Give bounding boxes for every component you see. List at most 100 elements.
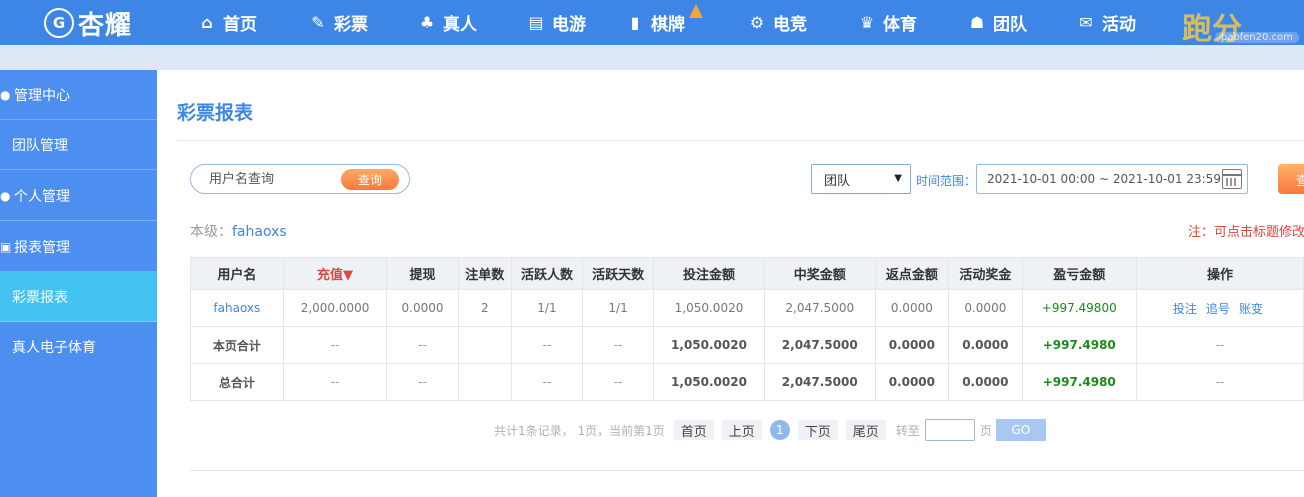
sidebar-item-report-management[interactable]: ▣ 报表管理 [0, 222, 157, 272]
col-username[interactable]: 用户名 [190, 257, 284, 290]
nav-live-label: 真人 [443, 15, 477, 35]
nav-sports[interactable]: ♛ 体育 [856, 0, 917, 45]
cell-actions: -- [1135, 326, 1304, 364]
sidebar-item-lottery-report[interactable]: 彩票报表 [0, 272, 157, 322]
report-icon: ▣ [0, 239, 12, 254]
cell-withdraw: 0.0000 [386, 289, 459, 327]
table-row: fahaoxs 2,000.0000 0.0000 2 1/1 1/1 1,05… [190, 289, 1304, 327]
hot-badge-icon [689, 4, 703, 18]
sidebar-item-team-management[interactable]: 团队管理 [0, 120, 157, 170]
query-button[interactable]: 查 [1278, 164, 1304, 194]
col-bet-amount[interactable]: 投注金额 [653, 257, 765, 290]
nav-live[interactable]: ♣ 真人 [416, 0, 477, 45]
sidebar-item-label: 报表管理 [14, 239, 70, 256]
cell-recharge: -- [282, 326, 388, 364]
cell-profit-loss: +997.49800 [1021, 289, 1137, 327]
sidebar-item-label: 真人电子体育 [12, 340, 96, 356]
sidebar-item-label: 彩票报表 [12, 289, 68, 306]
cell-active-days: -- [582, 363, 655, 401]
nav-promo[interactable]: ✉ 活动 [1075, 0, 1136, 45]
user-icon: ● [0, 87, 11, 102]
cell-recharge: -- [282, 363, 388, 401]
divider [190, 470, 1304, 471]
lottery-icon: ✎ [311, 13, 325, 32]
report-table: 用户名 充值▼ 提现 注单数 活跃人数 活跃天数 投注金额 中奖金额 返点金额 … [190, 257, 1304, 401]
chase-records-link[interactable]: 追号 [1206, 302, 1230, 316]
col-active-users[interactable]: 活跃人数 [510, 257, 584, 290]
nav-cards[interactable]: ▮ 棋牌 [624, 0, 703, 45]
nav-cards-label: 棋牌 [651, 15, 685, 35]
cell-recharge: 2,000.0000 [282, 289, 388, 327]
brand-logo[interactable]: G 杏耀 [44, 6, 132, 41]
username-search-input[interactable] [209, 170, 339, 188]
home-icon: ⌂ [201, 13, 213, 32]
go-button[interactable]: GO [995, 419, 1046, 441]
col-profit-loss[interactable]: 盈亏金额 [1021, 257, 1137, 290]
sidebar-item-personal-management[interactable]: ● 个人管理 [0, 171, 157, 221]
cell-profit-loss: +997.4980 [1021, 363, 1137, 401]
logo-badge-icon: G [44, 8, 74, 38]
cell-bet-count [457, 326, 512, 364]
sidebar-item-label: 团队管理 [12, 137, 68, 154]
col-active-days[interactable]: 活跃天数 [582, 257, 655, 290]
cell-label: 本页合计 [190, 326, 284, 364]
grand-total-row: 总合计 -- -- -- -- 1,050.0020 2,047.5000 0.… [190, 363, 1304, 401]
level-label: 本级： [190, 224, 232, 240]
team-icon: ☗ [969, 13, 985, 32]
col-bet-count[interactable]: 注单数 [457, 257, 512, 290]
trophy-icon: ♛ [859, 13, 875, 32]
col-win-amount[interactable]: 中奖金额 [763, 257, 876, 290]
cell-withdraw: -- [386, 326, 459, 364]
last-page-button[interactable]: 尾页 [845, 420, 886, 440]
account-changes-link[interactable]: 账变 [1239, 302, 1263, 316]
bet-records-link[interactable]: 投注 [1173, 302, 1197, 316]
nav-home[interactable]: ⌂ 首页 [196, 0, 257, 45]
cell-win-amount: 2,047.5000 [763, 363, 876, 401]
cell-label: 总合计 [190, 363, 284, 401]
pagination-info: 共计1条记录， 1页，当前第1页 [494, 423, 665, 438]
col-recharge-sorted[interactable]: 充值▼ [282, 257, 388, 290]
live-casino-icon: ♣ [419, 13, 435, 32]
scope-select-value: 团队 [824, 173, 851, 189]
sidebar-item-live-sports-report[interactable]: 真人电子体育 [0, 322, 157, 372]
prev-page-button[interactable]: 上页 [721, 420, 762, 440]
current-page-indicator[interactable]: 1 [769, 420, 790, 440]
cell-promo-bonus: 0.0000 [948, 289, 1023, 327]
sidebar-item-management-center[interactable]: ● 管理中心 [0, 70, 157, 120]
calendar-icon[interactable] [1222, 169, 1242, 189]
cell-win-amount: 2,047.5000 [763, 326, 876, 364]
cell-active-users: 1/1 [510, 289, 584, 327]
cell-bet-count [457, 363, 512, 401]
nav-esports[interactable]: ⚙ 电竞 [746, 0, 807, 45]
nav-sports-label: 体育 [883, 15, 917, 35]
col-rebate-amount[interactable]: 返点金额 [874, 257, 950, 290]
date-range-value: 2021-10-01 00:00 ~ 2021-10-01 23:59 [987, 172, 1221, 186]
level-user-link[interactable]: fahaoxs [232, 224, 287, 240]
first-page-button[interactable]: 首页 [673, 420, 714, 440]
gamepad-icon: ⚙ [749, 13, 765, 32]
sidebar-item-label: 管理中心 [14, 87, 70, 104]
date-range-input[interactable]: 2021-10-01 00:00 ~ 2021-10-01 23:59 [976, 164, 1248, 194]
col-withdraw[interactable]: 提现 [386, 257, 459, 290]
nav-lottery-label: 彩票 [334, 15, 368, 35]
cell-username-link[interactable]: fahaoxs [190, 289, 284, 327]
cell-bet-count: 2 [457, 289, 512, 327]
cell-win-amount: 2,047.5000 [763, 289, 876, 327]
cell-withdraw: -- [386, 363, 459, 401]
cell-active-users: -- [510, 326, 584, 364]
nav-team[interactable]: ☗ 团队 [966, 0, 1027, 45]
scope-select[interactable]: 团队 ▼ [811, 164, 911, 194]
cell-bet-amount: 1,050.0020 [653, 326, 765, 364]
sub-bar [0, 45, 1304, 70]
gift-icon: ✉ [1079, 13, 1093, 32]
col-promo-bonus[interactable]: 活动奖金 [948, 257, 1023, 290]
cell-profit-loss: +997.4980 [1021, 326, 1137, 364]
search-button[interactable]: 查询 [341, 169, 399, 190]
page-title: 彩票报表 [177, 102, 254, 124]
goto-page-input[interactable] [924, 419, 975, 441]
nav-lottery[interactable]: ✎ 彩票 [307, 0, 368, 45]
next-page-button[interactable]: 下页 [797, 420, 838, 440]
divider [177, 140, 1304, 141]
nav-team-label: 团队 [993, 15, 1027, 35]
nav-slots[interactable]: ▤ 电游 [525, 0, 586, 45]
